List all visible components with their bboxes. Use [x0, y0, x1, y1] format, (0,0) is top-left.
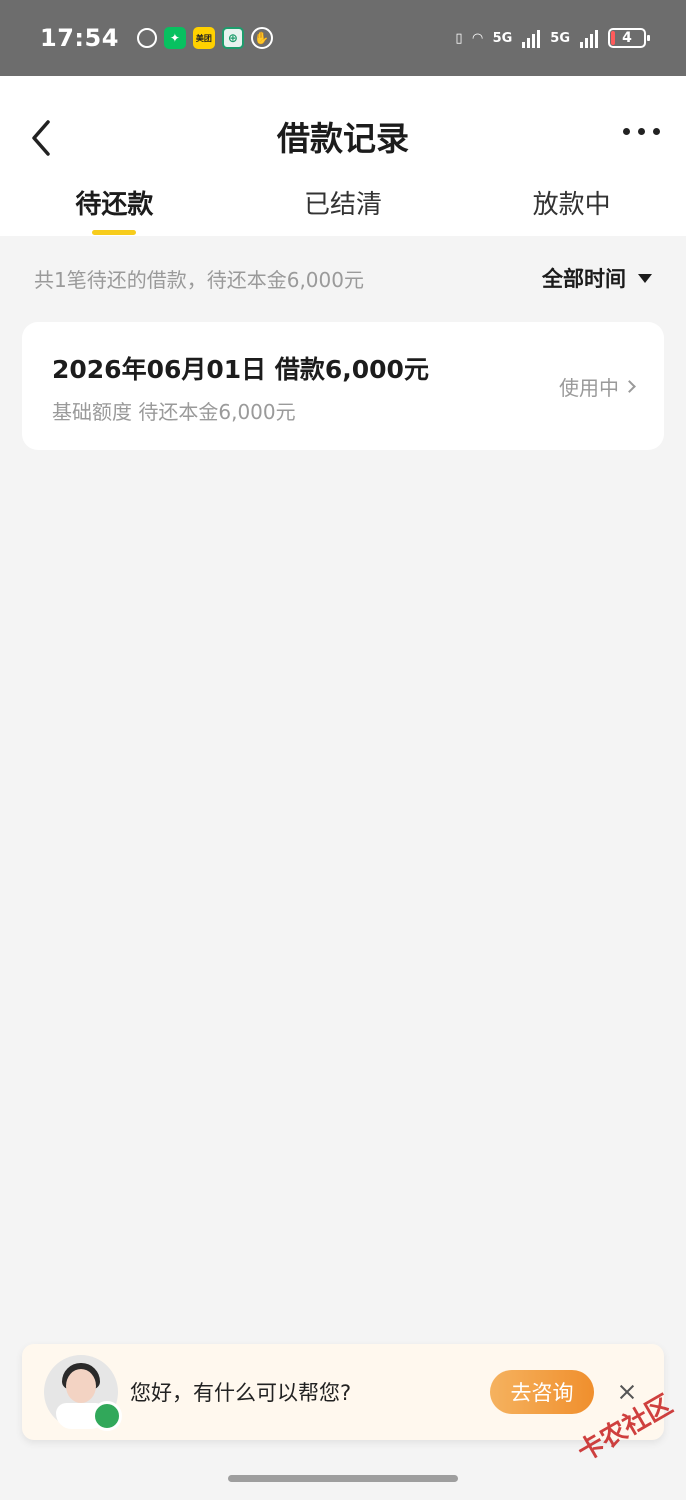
chevron-right-icon: [623, 380, 636, 393]
signal-icon: [522, 28, 541, 48]
home-indicator[interactable]: [228, 1475, 458, 1482]
wechat-icon: ✦: [163, 27, 186, 49]
loan-summary-text: 共1笔待还的借款，待还本金6,000元: [34, 267, 364, 292]
more-icon[interactable]: [623, 128, 660, 135]
customer-service-banner: 您好，有什么可以帮您? 去咨询: [22, 1344, 664, 1440]
tab-disbursing[interactable]: 放款中: [457, 184, 686, 236]
chat-greeting: 您好，有什么可以帮您?: [130, 1381, 352, 1405]
tab-label: 已结清: [304, 190, 383, 220]
loan-subtitle: 基础额度 待还本金6,000元: [52, 400, 296, 424]
battery-level: 4: [622, 30, 632, 46]
bank-app-icon: ⊕: [221, 27, 244, 49]
loan-status: 使用中: [559, 372, 636, 401]
back-icon[interactable]: [28, 118, 56, 158]
battery-icon: 4: [608, 28, 650, 48]
tab-bar: 待还款 已结清 放款中: [0, 184, 686, 236]
vibrate-icon: ▯: [455, 30, 463, 46]
tab-label: 放款中: [532, 190, 611, 220]
signal-icon-2: [580, 28, 598, 48]
network-label-2: 5G: [550, 30, 570, 46]
page-title: 借款记录: [277, 119, 409, 158]
tab-pending[interactable]: 待还款: [0, 184, 229, 236]
summary-row: 共1笔待还的借款，待还本金6,000元 全部时间: [0, 236, 686, 320]
nav-bar: 借款记录: [0, 76, 686, 196]
wifi-icon: ◠: [472, 30, 483, 46]
status-right: ▯ ◠ 5G 5G 4: [455, 28, 650, 48]
loan-title: 2026年06月01日 借款6,000元: [52, 355, 429, 384]
notification-icons: ✦ 美团 ⊕ ✋: [136, 27, 273, 49]
loan-card[interactable]: 2026年06月01日 借款6,000元 基础额度 待还本金6,000元 使用中: [22, 322, 664, 450]
wechat-badge-icon: [92, 1401, 122, 1431]
tab-settled[interactable]: 已结清: [229, 184, 458, 236]
time-filter-label: 全部时间: [542, 267, 626, 291]
consult-button[interactable]: 去咨询: [490, 1370, 594, 1414]
caret-down-icon: [638, 273, 652, 283]
status-left: 17:54 ✦ 美团 ⊕ ✋: [40, 24, 273, 52]
meituan-icon: 美团: [192, 27, 215, 49]
page-header: 借款记录 待还款 已结清 放款中: [0, 76, 686, 236]
status-time: 17:54: [40, 24, 119, 52]
alarm-icon: [136, 28, 157, 48]
gesture-icon: ✋: [250, 27, 273, 49]
agent-avatar: [44, 1355, 122, 1431]
tab-active-indicator: [92, 230, 137, 235]
time-filter-dropdown[interactable]: 全部时间: [542, 263, 652, 293]
network-label-1: 5G: [492, 30, 513, 46]
status-bar: 17:54 ✦ 美团 ⊕ ✋ ▯ ◠ 5G 5G 4: [0, 0, 686, 76]
loan-status-label: 使用中: [559, 376, 619, 400]
tab-label: 待还款: [75, 190, 154, 220]
